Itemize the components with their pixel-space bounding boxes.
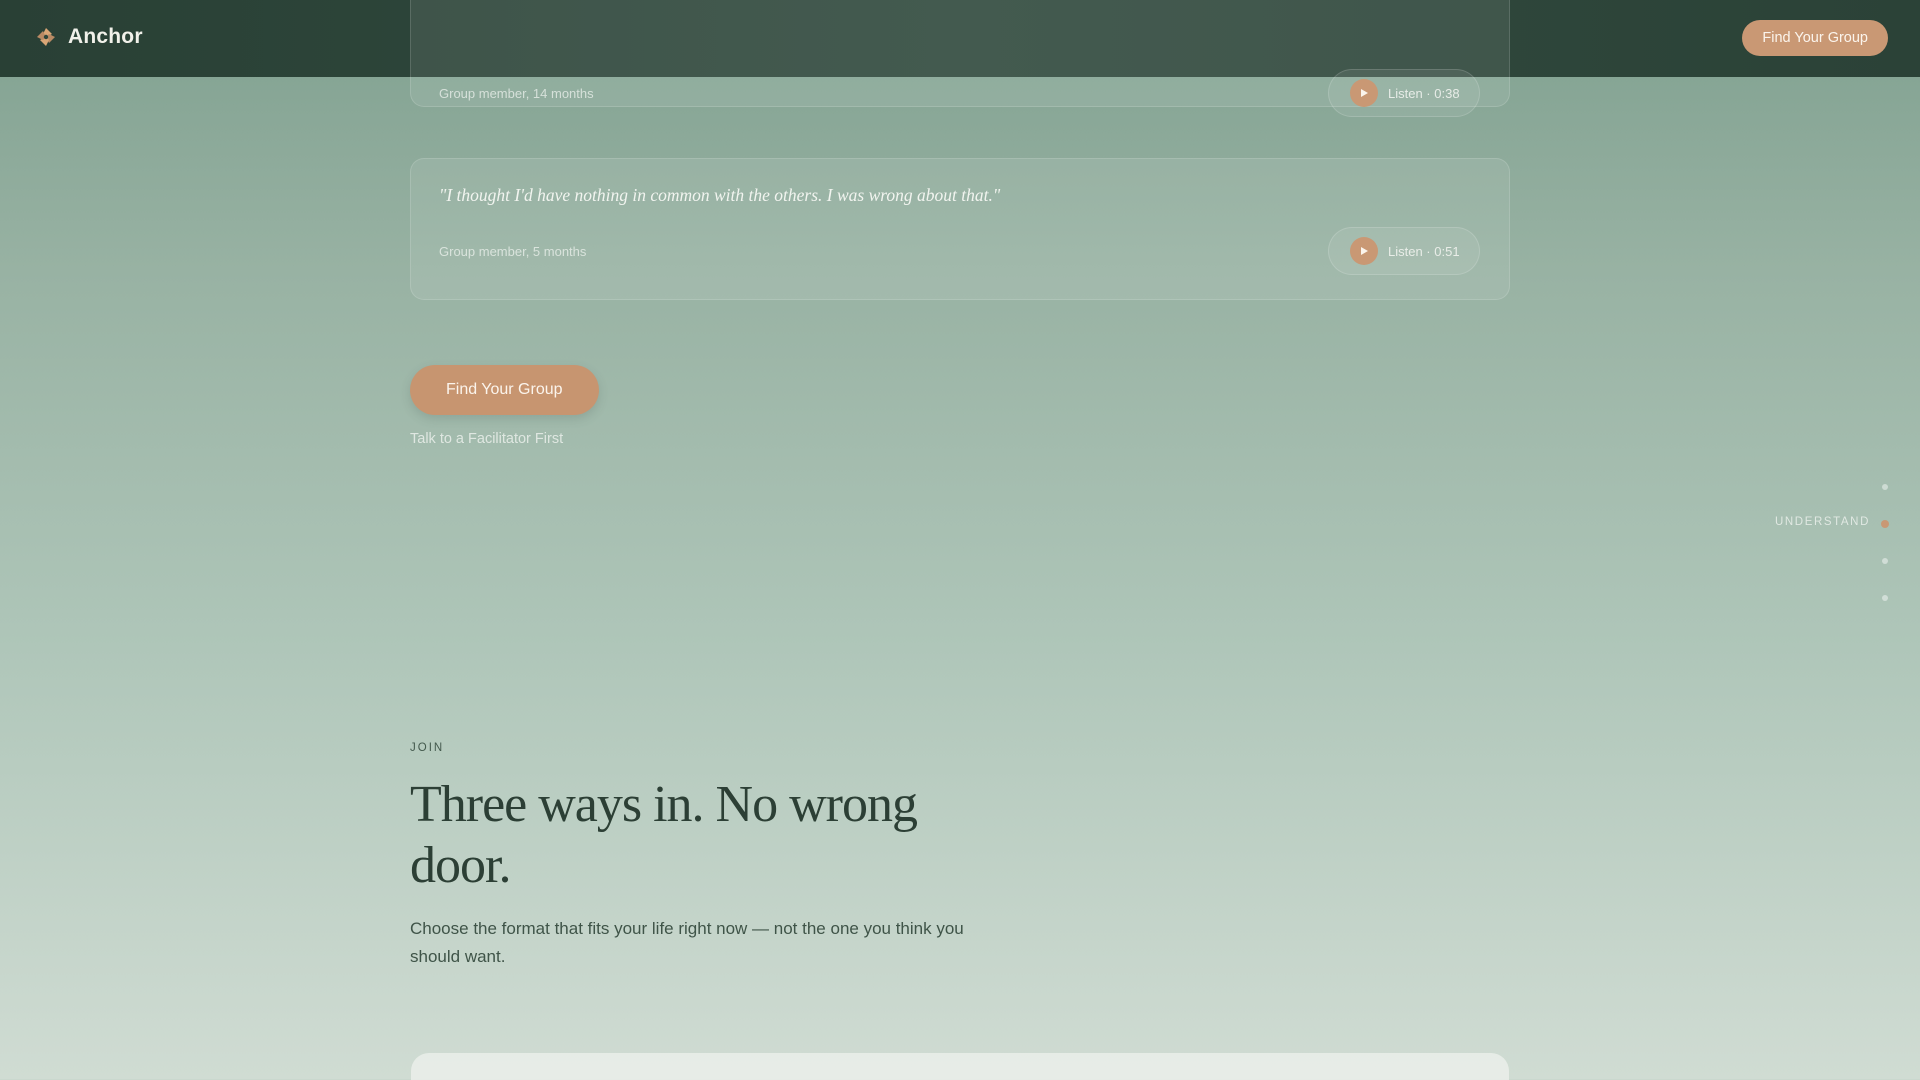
- play-icon: [1350, 79, 1378, 107]
- listen-label: Listen · 0:51: [1388, 243, 1460, 259]
- find-group-button[interactable]: Find Your Group: [410, 365, 599, 415]
- listen-label: Listen · 0:38: [1388, 85, 1460, 101]
- section-progress-nav: UNDERSTAND: [1728, 480, 1889, 601]
- format-card: [411, 1053, 1509, 1080]
- testimonial-quote: "I thought I'd have nothing in common wi…: [439, 185, 1001, 205]
- talk-to-facilitator-link[interactable]: Talk to a Facilitator First: [410, 431, 563, 447]
- listen-button[interactable]: Listen · 0:38: [1328, 69, 1480, 117]
- section-dot[interactable]: [1882, 558, 1888, 564]
- section-dot[interactable]: [1882, 484, 1888, 490]
- section-dot[interactable]: [1882, 595, 1888, 601]
- section-dot-active[interactable]: [1881, 520, 1889, 528]
- anchor-logo-icon: [34, 25, 58, 49]
- testimonial-card: "I thought I'd have nothing in common wi…: [410, 158, 1510, 300]
- brand-name: Anchor: [68, 25, 143, 48]
- testimonial-card: Group member, 14 months Listen · 0:38: [410, 0, 1510, 117]
- section-subtext: Choose the format that fits your life ri…: [410, 919, 964, 966]
- brand-logo[interactable]: Anchor: [34, 25, 143, 49]
- section-heading: Three ways in. No wrong door.: [410, 776, 918, 894]
- testimonial-attribution: Group member, 5 months: [439, 244, 587, 259]
- section-label-active[interactable]: UNDERSTAND: [1775, 516, 1870, 528]
- testimonial-attribution: Group member, 14 months: [439, 86, 594, 101]
- play-icon: [1350, 237, 1378, 265]
- listen-button[interactable]: Listen · 0:51: [1328, 227, 1480, 275]
- section-eyebrow: JOIN: [410, 742, 445, 754]
- header-find-group-button[interactable]: Find Your Group: [1742, 20, 1888, 56]
